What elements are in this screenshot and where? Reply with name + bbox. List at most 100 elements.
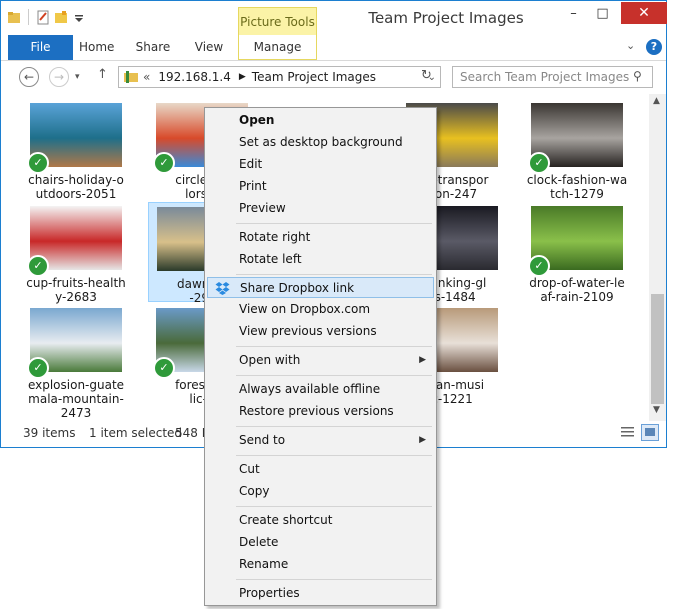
menu-item-view-previous-versions[interactable]: View previous versions [207, 321, 434, 342]
tab-file[interactable]: File [8, 35, 73, 60]
menu-item-edit[interactable]: Edit [207, 154, 434, 175]
thumbnail: ✓ [528, 206, 623, 277]
tab-manage[interactable]: Manage [238, 35, 317, 60]
back-button[interactable]: ← [19, 67, 39, 87]
maximize-icon: □ [596, 5, 609, 21]
address-bar[interactable]: « 192.168.1.4 ▶ Team Project Images ⌄ [118, 66, 441, 88]
menu-separator [236, 346, 432, 347]
thumbnail: ✓ [27, 308, 122, 379]
menu-separator [236, 375, 432, 376]
submenu-arrow-icon: ▶ [419, 435, 426, 445]
sync-check-icon: ✓ [27, 357, 49, 379]
ribbon-tabs: File Home Share View Manage ⌄ ? [1, 35, 666, 61]
selection-info: 1 item selected [89, 426, 183, 440]
menu-item-share-dropbox-link[interactable]: Share Dropbox link [207, 277, 434, 298]
sync-check-icon: ✓ [528, 255, 550, 277]
refresh-icon[interactable]: ↻ [421, 68, 432, 83]
menu-separator [236, 426, 432, 427]
search-input[interactable]: Search Team Project Images [452, 66, 653, 88]
details-view-icon[interactable] [620, 425, 635, 440]
file-label: chairs-holiday-o utdoors-2051 [28, 173, 124, 201]
submenu-arrow-icon: ▶ [419, 355, 426, 365]
window-title: Team Project Images [368, 9, 524, 27]
new-folder-icon[interactable] [54, 10, 68, 25]
menu-separator [236, 579, 432, 580]
quick-access-toolbar [7, 9, 86, 25]
menu-item-set-desktop-background[interactable]: Set as desktop background [207, 132, 434, 153]
file-label: cup-fruits-health y-2683 [26, 276, 126, 304]
menu-item-create-shortcut[interactable]: Create shortcut [207, 510, 434, 531]
menu-item-always-available-offline[interactable]: Always available offline [207, 379, 434, 400]
context-menu: Open Set as desktop background Edit Prin… [204, 107, 437, 606]
thumbnail: ✓ [27, 103, 122, 174]
menu-item-print[interactable]: Print [207, 176, 434, 197]
menu-item-rotate-right[interactable]: Rotate right [207, 227, 434, 248]
close-button[interactable]: ✕ [621, 2, 667, 24]
properties-icon[interactable] [36, 10, 50, 25]
network-folder-icon [124, 71, 138, 83]
sync-check-icon: ✓ [528, 152, 550, 174]
ribbon-expand-icon[interactable]: ⌄ [626, 39, 635, 52]
menu-item-copy[interactable]: Copy [207, 481, 434, 502]
scrollbar-thumb[interactable] [651, 294, 664, 404]
crumb-host[interactable]: 192.168.1.4 [158, 70, 231, 84]
sync-check-icon: ✓ [27, 255, 49, 277]
menu-separator [236, 506, 432, 507]
menu-item-delete[interactable]: Delete [207, 532, 434, 553]
scroll-up-icon[interactable]: ▲ [653, 96, 660, 106]
file-label: drop-of-water-le af-rain-2109 [529, 276, 625, 304]
up-arrow-icon[interactable]: ↑ [97, 67, 108, 82]
recent-locations-icon[interactable]: ▾ [75, 72, 80, 82]
dropbox-icon [215, 282, 230, 295]
help-icon[interactable]: ? [646, 39, 662, 55]
minimize-icon: – [570, 5, 577, 21]
picture-tools-group: Picture Tools [238, 7, 317, 35]
customize-dropdown-icon[interactable] [72, 10, 86, 25]
toolbar-separator [28, 9, 29, 25]
overflow-chevron[interactable]: « [143, 70, 150, 84]
minimize-button[interactable]: – [560, 2, 587, 24]
menu-item-restore-previous-versions[interactable]: Restore previous versions [207, 401, 434, 422]
file-item[interactable]: ✓ clock-fashion-wa tch-1279 [522, 103, 632, 201]
close-icon: ✕ [638, 5, 650, 21]
folder-icon[interactable] [7, 10, 21, 25]
menu-item-rotate-left[interactable]: Rotate left [207, 249, 434, 270]
scroll-down-icon[interactable]: ▼ [653, 405, 660, 415]
forward-button[interactable]: → [49, 67, 69, 87]
sync-check-icon: ✓ [153, 357, 175, 379]
menu-separator [236, 274, 432, 275]
large-icons-view-icon[interactable] [641, 424, 659, 441]
file-label: clock-fashion-wa tch-1279 [526, 173, 628, 201]
item-count: 39 items [23, 426, 76, 440]
file-item[interactable]: ✓ chairs-holiday-o utdoors-2051 [21, 103, 131, 201]
title-bar: Picture Tools Team Project Images – □ ✕ [1, 1, 667, 35]
file-item[interactable]: ✓ drop-of-water-le af-rain-2109 [522, 206, 632, 304]
menu-separator [236, 223, 432, 224]
menu-item-open[interactable]: Open [207, 110, 434, 131]
tab-share[interactable]: Share [134, 35, 172, 60]
menu-item-rename[interactable]: Rename [207, 554, 434, 575]
vertical-scrollbar[interactable]: ▲ ▼ [649, 94, 666, 421]
maximize-button[interactable]: □ [589, 2, 616, 24]
menu-item-preview[interactable]: Preview [207, 198, 434, 219]
tab-view[interactable]: View [193, 35, 225, 60]
thumbnail: ✓ [27, 206, 122, 277]
tab-home[interactable]: Home [79, 35, 114, 60]
menu-item-send-to[interactable]: Send to ▶ [207, 430, 434, 451]
search-icon: ⚲ [633, 69, 642, 83]
menu-item-view-on-dropbox[interactable]: View on Dropbox.com [207, 299, 434, 320]
menu-separator [236, 455, 432, 456]
menu-item-cut[interactable]: Cut [207, 459, 434, 480]
menu-item-open-with[interactable]: Open with ▶ [207, 350, 434, 371]
menu-item-properties[interactable]: Properties [207, 583, 434, 604]
crumb-separator-icon[interactable]: ▶ [239, 72, 246, 82]
sync-check-icon: ✓ [27, 152, 49, 174]
thumbnail: ✓ [528, 103, 623, 174]
crumb-folder[interactable]: Team Project Images [252, 70, 376, 84]
file-item[interactable]: ✓ explosion-guate mala-mountain- 2473 [21, 308, 131, 419]
navigation-bar: ← → ▾ ↑ « 192.168.1.4 ▶ Team Project Ima… [1, 60, 666, 94]
forward-arrow-icon: → [53, 70, 65, 84]
file-item[interactable]: ✓ cup-fruits-health y-2683 [21, 206, 131, 304]
file-label: explosion-guate mala-mountain- 2473 [27, 378, 125, 419]
sync-check-icon: ✓ [153, 152, 175, 174]
